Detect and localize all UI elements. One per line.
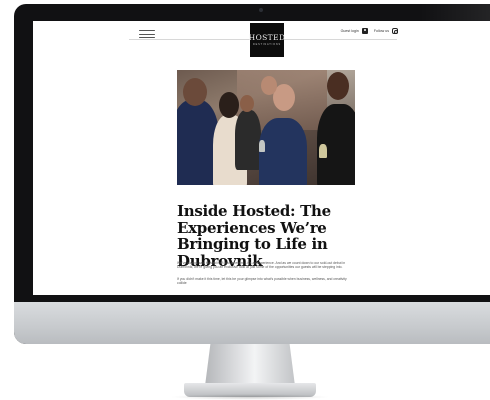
logo-subtitle: DESTINATIONS xyxy=(253,42,281,46)
photo-head xyxy=(261,76,277,95)
hamburger-icon[interactable] xyxy=(139,30,155,38)
hero-photo xyxy=(177,70,355,185)
website-screen: HOSTED DESTINATIONS Guest login Follow u… xyxy=(33,21,490,295)
photo-head xyxy=(240,95,254,112)
menu-line xyxy=(139,37,155,38)
user-icon xyxy=(361,28,368,34)
stand-shadow xyxy=(170,394,330,400)
logo-wordmark: HOSTED xyxy=(248,33,286,42)
wine-glass xyxy=(259,140,265,152)
camera-dot xyxy=(259,8,263,12)
site-logo[interactable]: HOSTED DESTINATIONS xyxy=(248,23,286,57)
wine-glass xyxy=(319,144,327,158)
header-actions: Guest login Follow us xyxy=(341,28,398,34)
monitor-stand-neck xyxy=(205,344,295,386)
guest-login-link[interactable]: Guest login xyxy=(341,28,368,34)
menu-line xyxy=(139,33,155,35)
menu-line xyxy=(139,30,155,31)
follow-us-label: Follow us xyxy=(373,29,389,33)
photo-head xyxy=(327,72,349,100)
article-title: Inside Hosted: The Experiences We’re Bri… xyxy=(177,202,331,270)
instagram-icon xyxy=(392,28,398,34)
photo-person xyxy=(259,118,307,185)
photo-person xyxy=(235,110,261,170)
site-header: HOSTED DESTINATIONS Guest login Follow u… xyxy=(33,21,490,59)
follow-us-link[interactable]: Follow us xyxy=(374,28,398,34)
guest-login-label: Guest login xyxy=(340,29,359,33)
photo-head xyxy=(183,78,207,106)
article-intro: We’ve always said Hosted isn’t just an e… xyxy=(177,261,346,270)
monitor-chin xyxy=(14,302,490,344)
article-body: If you didn’t make it this time, let thi… xyxy=(177,277,347,286)
photo-head xyxy=(219,92,239,118)
